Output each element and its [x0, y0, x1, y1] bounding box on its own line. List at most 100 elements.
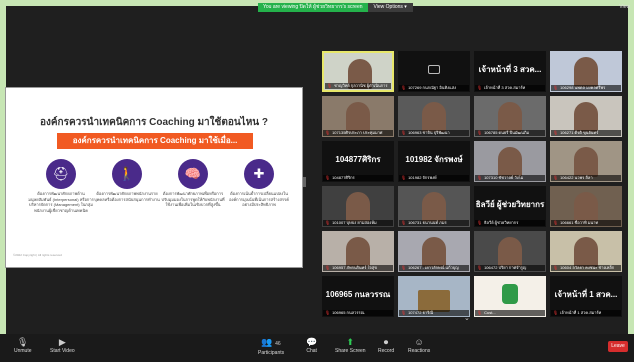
mic-muted-icon: 🎙	[325, 265, 331, 270]
participant-name-label: 🎙 106472 ปริยา กาศจำรูญ	[475, 265, 545, 271]
temple-image	[418, 290, 450, 312]
participants-count: 46	[275, 341, 281, 347]
camera-icon	[428, 65, 440, 74]
participant-tile[interactable]: 🎙 107472 ธาริณี	[398, 276, 470, 317]
participant-name-label: 🎙 107269 กนกณัฐา อินทิงแสง	[399, 85, 469, 91]
participant-name: เจ้าหน้าที่ 3 สวค.สมาร์ท	[484, 85, 526, 90]
circle-4-desc: ต้องการเน้นย้ำการเปลี่ยนแปลงในองค์การมุ่…	[229, 191, 289, 207]
participant-tile[interactable]: 🎙 106957 ภัทรนรินทร์ ใจสุข	[322, 231, 394, 272]
participant-name: 106472 ปริยา กาศจำรูญ	[484, 265, 527, 270]
mic-muted-icon: 🎙	[553, 265, 559, 270]
video-off-icon: ▶	[58, 337, 66, 347]
mic-muted-icon: 🎙	[325, 310, 331, 315]
participant-tile[interactable]: 🎙 106731 ธนานนท์ ภมร	[398, 186, 470, 227]
participant-tile[interactable]: 🎙 107135ศิรประภา ประทุมมาศ	[322, 96, 394, 137]
mic-muted-icon: 🎙	[325, 175, 331, 180]
participant-tile[interactable]: ธิลวีย์ ผู้ช่วยวิทยากร 🎙 ธิลวีย์ ผู้ช่วยวิ…	[474, 186, 546, 227]
participant-tile[interactable]: 🎙 106661 ชื่อวาทิ มนาท	[550, 186, 622, 227]
participant-display-name: ธิลวีย์ ผู้ช่วยวิทยากร	[475, 200, 545, 209]
participant-name: 101007 บุษบง ยามสองห้ม	[332, 220, 377, 225]
participants-button[interactable]: 👥 46 Participants	[258, 337, 284, 356]
participant-name-label: 🎙 106785 ดนธรี ปิ่นมัฒนภิม	[475, 130, 545, 136]
participant-tile[interactable]: 🎙 106422 นวพร ลีลา	[550, 141, 622, 182]
participant-video	[574, 102, 598, 132]
participant-tile[interactable]: 🎙 ชาญวิทย์ กุลวานิช ผู้ดำเนินการ	[322, 51, 394, 92]
participant-tile[interactable]: 106965 กนลวรรณ 🎙 106965 กนลวรรณ	[322, 276, 394, 317]
share-screen-button[interactable]: ⬆ Share Screen	[335, 337, 366, 354]
walking-person-icon: 🚶	[112, 159, 142, 189]
participant-name: Cust...	[484, 310, 496, 315]
participant-name-label: 🎙 เจ้าหน้าที่ 3 สวค.สมาร์ท	[475, 85, 545, 91]
participant-name-label: 🎙 101007 บุษบง ยามสองห้ม	[323, 220, 393, 226]
record-icon: ⏺	[383, 337, 389, 347]
participant-video	[574, 192, 598, 222]
participant-display-name: 101982 จักรพงษ์	[405, 155, 463, 164]
participant-name-label: 🎙 106731 ธนานนท์ ภมร	[399, 220, 469, 226]
start-video-button[interactable]: ▶ Start Video	[50, 337, 75, 354]
participant-display-name: 104877ศิริกร	[335, 155, 381, 164]
participant-name-label: 🎙 106422 นวพร ลีลา	[551, 175, 621, 181]
record-button[interactable]: ⏺ Record	[378, 337, 394, 354]
mic-muted-icon: 🎙	[325, 220, 331, 225]
participant-tile[interactable]: 101982 จักรพงษ์ 🎙 101982 จักรพงษ์	[398, 141, 470, 182]
participant-name-label: 🎙 106661 ชื่อวาทิ มนาท	[551, 220, 621, 226]
participant-tile[interactable]: 🎙 101007 บุษบง ยามสองห้ม	[322, 186, 394, 227]
brain-icon: 🧠	[178, 159, 208, 189]
participant-name: 106965 กนลวรรณ	[332, 310, 365, 315]
participant-tile[interactable]: เจ้าหน้าที่ 3 สวค... 🎙 เจ้าหน้าที่ 3 สวค.ส…	[474, 51, 546, 92]
participant-video	[422, 192, 446, 222]
participant-name: 106271 ดีรติ ขุนจันทร์	[560, 130, 599, 135]
meeting-toolbar: 🎙 Unmute ▶ Start Video 👥 46 Participants…	[0, 334, 634, 362]
participant-name: 106785 ดนธรี ปิ่นมัฒนภิม	[484, 130, 530, 135]
mic-muted-icon: 🎙	[477, 85, 483, 90]
participant-tile[interactable]: 🎙 106472 ปริยา กาศจำรูญ	[474, 231, 546, 272]
participant-name: 107269 กนกณัฐา อินทิงแสง	[408, 85, 457, 90]
participant-video	[346, 237, 370, 267]
slide-title: องค์กรควรนำเทคนิคการ Coaching มาใช้ตอนไห…	[39, 117, 269, 128]
participant-name: 107472 ธาริณี	[408, 310, 434, 315]
participant-name-label: 🎙 106957 ภัทรนรินทร์ ใจสุข	[323, 265, 393, 271]
participant-name-label: 🎙 ชาญวิทย์ กุลวานิช ผู้ดำเนินการ	[325, 83, 391, 89]
participant-video	[498, 102, 522, 132]
participant-tile[interactable]: 🎙 10604 ลวัลยา คงชนะ ช่างเหล็ก	[550, 231, 622, 272]
mic-muted-icon: 🎙	[553, 85, 559, 90]
participant-name: ชาญวิทย์ กุลวานิช ผู้ดำเนินการ	[334, 83, 388, 88]
mic-muted-icon: 🎙	[477, 265, 483, 270]
participant-tile[interactable]: 🎙 106271 ดีรติ ขุนจันทร์	[550, 96, 622, 137]
mic-muted-icon: 🎙	[553, 130, 559, 135]
view-button[interactable]: View	[619, 4, 630, 10]
view-options-button[interactable]: View Options ▾	[367, 3, 413, 12]
participant-tile[interactable]: เจ้าหน้าที่ 1 สวค... 🎙 เจ้าหน้าที่ 1 สวค.ส…	[550, 276, 622, 317]
reactions-icon: ☺	[414, 337, 424, 347]
participant-video	[498, 237, 522, 267]
mic-muted-icon: 🎙	[17, 337, 29, 347]
split-handle[interactable]	[303, 177, 306, 187]
participant-tile[interactable]: 🎙 106785 ดนธรี ปิ่นมัฒนภิม	[474, 96, 546, 137]
participant-tile[interactable]: 🎙 106963 ชาจิน ปุริพัฒนา	[398, 96, 470, 137]
mic-muted-icon: 🎙	[401, 220, 407, 225]
participant-tile[interactable]: 🎙 Cust...	[474, 276, 546, 317]
slide-copyright: ©2022 Copyright | All rights reserved	[13, 253, 62, 257]
participant-name-label: 🎙 106963 ชาจิน ปุริพัฒนา	[399, 130, 469, 136]
mic-muted-icon: 🎙	[401, 310, 407, 315]
participant-tile[interactable]: 🎙 107310 ชัชวาลย์ วังโม	[474, 141, 546, 182]
participant-video	[346, 192, 370, 222]
participant-tile[interactable]: 🎙 106267 - เยาวลักษณ์ แก้วบุญ	[398, 231, 470, 272]
participant-tile[interactable]: 🎙 106298 นพดล มงคลศรีพร	[550, 51, 622, 92]
participant-name: 10604 ลวัลยา คงชนะ ช่างเหล็ก	[560, 265, 615, 270]
viewing-label: You are viewing ปิดให้ ผู้ช่วยวิทยากร's …	[258, 3, 368, 12]
reactions-button[interactable]: ☺ Reactions	[408, 337, 430, 354]
leave-button[interactable]: Leave	[608, 341, 628, 352]
participant-tile[interactable]: 104877ศิริกร 🎙 104877ศิริกร	[322, 141, 394, 182]
chat-button[interactable]: 💬 Chat	[306, 337, 317, 354]
participant-video	[422, 102, 446, 132]
participant-name-label: 🎙 106271 ดีรติ ขุนจันทร์	[551, 130, 621, 136]
participant-name: 104877ศิริกร	[332, 175, 355, 180]
mic-muted-icon: 🎙	[401, 265, 407, 270]
share-screen-label: Share Screen	[335, 348, 366, 354]
unmute-button[interactable]: 🎙 Unmute	[14, 337, 32, 354]
mic-muted-icon: 🎙	[401, 175, 407, 180]
mic-muted-icon: 🎙	[477, 220, 483, 225]
next-page-chevron-icon[interactable]: ⌄	[464, 314, 470, 322]
participant-tile[interactable]: 🎙 107269 กนกณัฐา อินทิงแสง	[398, 51, 470, 92]
